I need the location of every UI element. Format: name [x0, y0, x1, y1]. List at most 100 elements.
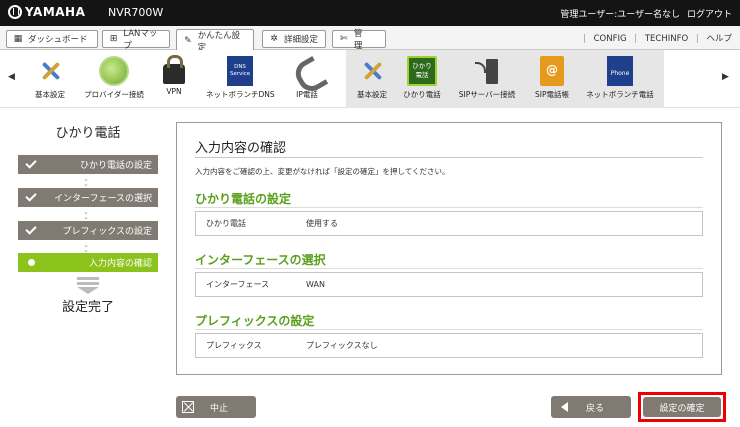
back-button[interactable]: 戻る: [551, 396, 631, 418]
feature-icon-bar: ◀ 基本設定 プロバイダー接続 VPN DNS Service ネットボランチD…: [0, 50, 740, 108]
check-icon: [25, 190, 37, 202]
divider: [195, 329, 703, 330]
tools-icon: [35, 56, 65, 86]
top-bar: YAMAHA NVR700W 管理ユーザー:ユーザー名なし ログアウト: [0, 0, 740, 26]
row-key: プレフィックス: [206, 341, 262, 350]
tab-label: 詳細設定: [284, 35, 319, 45]
gear-icon: ✲: [270, 34, 278, 44]
icon-netvolante-dns[interactable]: DNS Service ネットボランチDNS: [206, 54, 275, 100]
icon-netvolante-phone[interactable]: Phone ネットボランチ電話: [586, 54, 654, 100]
model-name: NVR700W: [108, 6, 164, 19]
help-link[interactable]: ヘルプ: [706, 34, 732, 44]
tab-management[interactable]: ✄ 管 理: [332, 29, 386, 51]
hikari-denwa-icon: ひかり 電話: [407, 56, 437, 86]
confirmation-panel: 入力内容の確認 入力内容をご確認の上、変更がなければ「設定の確定」を押してくださ…: [176, 122, 722, 375]
step-label: インターフェースの選択: [53, 194, 152, 204]
netvolante-phone-icon: Phone: [607, 56, 633, 86]
icon-label: SIPサーバー接続: [458, 90, 516, 99]
step-chevron-icon: ⌄ ⌄: [83, 175, 89, 188]
icon-label: VPN: [166, 87, 182, 96]
icon-hikari-denwa[interactable]: ひかり 電話 ひかり電話: [388, 54, 456, 100]
dns-service-icon: DNS Service: [227, 56, 253, 86]
wrench-icon: ✄: [340, 34, 348, 44]
phone-icon: [292, 56, 322, 86]
section-title-interface: インターフェースの選択: [195, 253, 326, 267]
icon-sip-phonebook[interactable]: SIP電話帳: [518, 54, 586, 100]
icon-vpn[interactable]: VPN: [140, 54, 208, 96]
separator: |: [695, 34, 699, 44]
down-arrow-icon: [77, 277, 99, 294]
confirm-button-highlight: 設定の確定: [638, 392, 726, 422]
cancel-button[interactable]: 中止: [176, 396, 256, 418]
step-label: ひかり電話の設定: [79, 161, 152, 171]
techinfo-link[interactable]: TECHINFO: [645, 34, 688, 44]
page-title: 入力内容の確認: [195, 141, 287, 156]
icon-ip-phone[interactable]: IP電話: [273, 54, 341, 100]
step-hikari-settings: ひかり電話の設定: [18, 155, 158, 174]
row-value: プレフィックスなし: [306, 341, 378, 350]
row-key: インターフェース: [206, 280, 270, 289]
divider: [195, 268, 703, 269]
row-value: 使用する: [306, 219, 338, 228]
step-chevron-icon: ⌄ ⌄: [83, 208, 89, 221]
icon-sip-server[interactable]: SIPサーバー接続: [453, 54, 521, 100]
back-arrow-icon: [561, 402, 568, 412]
summary-row-hikari: ひかり電話 使用する: [195, 211, 703, 236]
icon-label: ネットボランチ電話: [586, 90, 654, 99]
tools-icon: [357, 56, 387, 86]
tab-label: LANマップ: [123, 29, 158, 51]
step-label: 入力内容の確認: [88, 259, 152, 269]
row-value: WAN: [306, 280, 325, 289]
lan-map-icon: ⊞: [109, 34, 118, 44]
confirm-settings-button[interactable]: 設定の確定: [643, 397, 721, 417]
yamaha-logo: YAMAHA: [8, 5, 85, 19]
step-interface-select: インターフェースの選択: [18, 188, 158, 207]
sip-server-icon: [472, 56, 502, 86]
icon-provider-connection[interactable]: プロバイダー接続: [80, 54, 148, 100]
lock-icon: [163, 55, 185, 84]
tab-advanced-settings[interactable]: ✲ 詳細設定: [262, 30, 326, 48]
row-key: ひかり電話: [206, 219, 246, 228]
step-prefix-settings: プレフィックスの設定: [18, 221, 158, 240]
icon-label: SIP電話帳: [535, 90, 569, 99]
tuning-fork-logo-icon: [8, 5, 22, 19]
tab-dashboard[interactable]: ▦ ダッシュボード: [6, 30, 98, 48]
section-title-prefix: プレフィックスの設定: [195, 314, 315, 328]
summary-row-interface: インターフェース WAN: [195, 272, 703, 297]
section-title-hikari: ひかり電話の設定: [195, 192, 292, 206]
scroll-right-arrow-icon[interactable]: ▶: [722, 72, 729, 82]
wizard-title: ひかり電話: [55, 126, 121, 141]
scroll-left-arrow-icon[interactable]: ◀: [8, 72, 15, 82]
icon-basic-settings[interactable]: 基本設定: [16, 54, 84, 100]
address-book-icon: [540, 56, 564, 86]
cancel-button-label: 中止: [210, 403, 229, 414]
step-chevron-icon: ⌄ ⌄: [83, 241, 89, 254]
divider: [195, 207, 703, 208]
tab-links: | CONFIG | TECHINFO | ヘルプ: [578, 32, 732, 44]
step-confirm-input: 入力内容の確認: [18, 253, 158, 272]
check-icon: [25, 223, 37, 235]
step-label: プレフィックスの設定: [62, 227, 152, 237]
logout-link[interactable]: ログアウト: [687, 10, 732, 20]
icon-label: プロバイダー接続: [84, 90, 144, 99]
step-complete-label: 設定完了: [61, 300, 114, 315]
brand-name: YAMAHA: [25, 5, 86, 19]
divider: [195, 157, 703, 158]
back-button-label: 戻る: [586, 403, 605, 414]
tab-lan-map[interactable]: ⊞ LANマップ: [102, 29, 170, 51]
main-tabs: ▦ ダッシュボード ⊞ LANマップ ✎ かんたん設定 ✲ 詳細設定 ✄ 管 理…: [0, 26, 740, 53]
tab-label: 管 理: [353, 29, 371, 51]
tab-easy-setup[interactable]: ✎ かんたん設定: [176, 29, 254, 53]
page-description: 入力内容をご確認の上、変更がなければ「設定の確定」を押してください。: [195, 167, 450, 176]
globe-icon: [99, 56, 129, 86]
icon-label: 基本設定: [35, 90, 65, 99]
user-label: 管理ユーザー:ユーザー名なし: [560, 10, 681, 20]
dashboard-icon: ▦: [13, 34, 23, 44]
check-icon: [25, 157, 37, 169]
config-link[interactable]: CONFIG: [594, 34, 627, 44]
current-step-dot-icon: [28, 259, 35, 266]
wizard-icon: ✎: [184, 35, 192, 46]
tab-label: ダッシュボード: [28, 35, 88, 45]
separator: |: [634, 34, 638, 44]
separator: |: [583, 34, 586, 44]
